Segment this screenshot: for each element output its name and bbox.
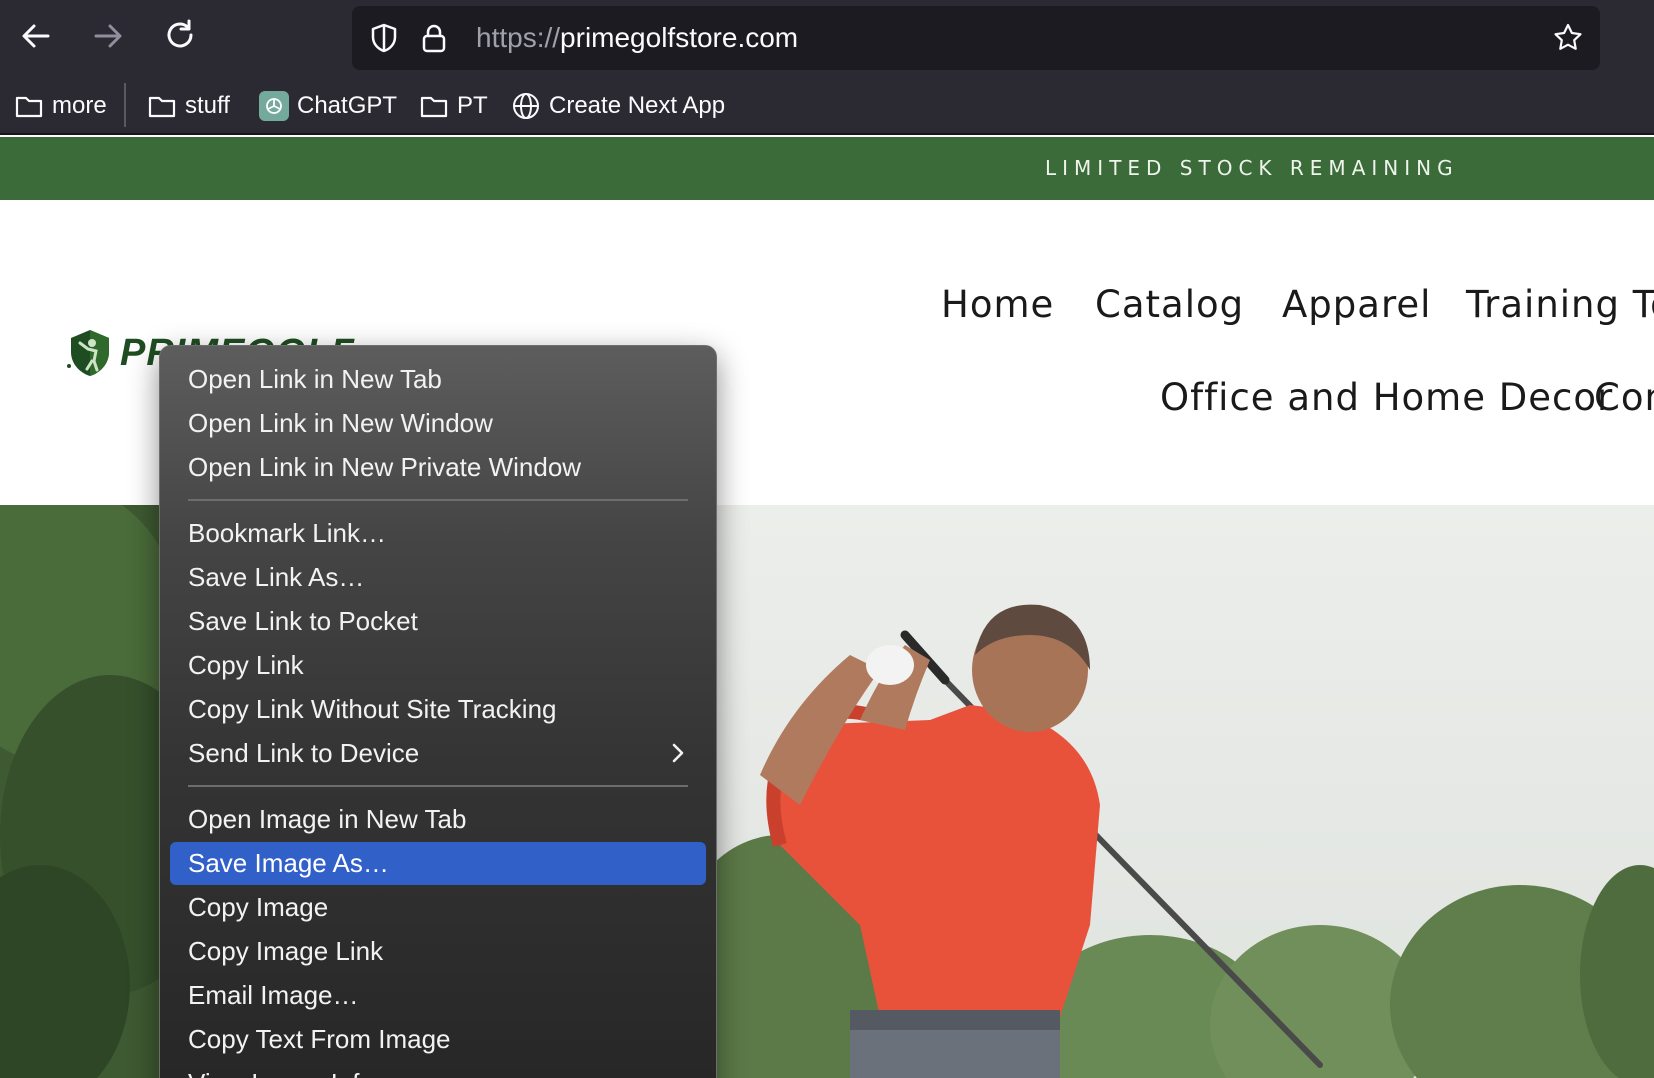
- url-text[interactable]: https://primegolfstore.com: [476, 6, 798, 70]
- bookmarks-bar: more stuff ChatGPT PT Create Next App: [0, 79, 1654, 135]
- menu-separator: [188, 785, 688, 787]
- menu-view-image-info[interactable]: View Image Info: [170, 1062, 706, 1078]
- menu-open-link-new-window[interactable]: Open Link in New Window: [170, 402, 706, 445]
- nav-training-tools[interactable]: Training Too: [1466, 283, 1654, 326]
- golfer-shield-icon: [67, 330, 109, 376]
- forward-arrow-icon: [94, 24, 122, 48]
- url-scheme: https://: [476, 22, 561, 53]
- back-arrow-icon: [22, 24, 50, 48]
- menu-separator: [188, 499, 688, 501]
- bookmark-label: stuff: [185, 92, 230, 119]
- menu-save-image-as[interactable]: Save Image As…: [170, 842, 706, 885]
- menu-copy-link[interactable]: Copy Link: [170, 644, 706, 687]
- menu-open-link-new-tab[interactable]: Open Link in New Tab: [170, 358, 706, 401]
- nav-office-home-decor[interactable]: Office and Home Decor: [1160, 376, 1613, 419]
- bookmark-label: more: [52, 92, 107, 119]
- nav-home[interactable]: Home: [941, 283, 1054, 326]
- bookmark-folder-more[interactable]: more: [14, 89, 107, 123]
- menu-copy-image-link[interactable]: Copy Image Link: [170, 930, 706, 973]
- url-host: primegolfstore.com: [560, 22, 799, 53]
- bookmark-create-next-app[interactable]: Create Next App: [511, 89, 725, 123]
- menu-save-link-to-pocket[interactable]: Save Link to Pocket: [170, 600, 706, 643]
- forward-button[interactable]: [88, 16, 128, 56]
- menu-copy-image[interactable]: Copy Image: [170, 886, 706, 929]
- bookmark-star-icon[interactable]: [1552, 22, 1584, 54]
- lock-icon[interactable]: [418, 22, 450, 54]
- bookmark-folder-pt[interactable]: PT: [419, 89, 488, 123]
- shield-icon[interactable]: [368, 22, 400, 54]
- menu-copy-text-from-image[interactable]: Copy Text From Image: [170, 1018, 706, 1061]
- bookmark-label: PT: [457, 92, 488, 119]
- chevron-right-icon: [672, 743, 684, 763]
- context-menu: Open Link in New Tab Open Link in New Wi…: [159, 345, 717, 1078]
- reload-button[interactable]: [160, 16, 200, 56]
- back-button[interactable]: [16, 16, 56, 56]
- bookmark-folder-stuff[interactable]: stuff: [147, 89, 230, 123]
- menu-email-image[interactable]: Email Image…: [170, 974, 706, 1017]
- bookmark-label: Create Next App: [549, 92, 726, 119]
- bookmarks-separator: [124, 83, 126, 127]
- menu-bookmark-link[interactable]: Bookmark Link…: [170, 512, 706, 555]
- bookmark-chatgpt[interactable]: ChatGPT: [259, 89, 397, 123]
- folder-icon: [15, 96, 43, 118]
- address-bar[interactable]: https://primegolfstore.com: [352, 6, 1600, 70]
- nav-contact[interactable]: Con: [1594, 376, 1654, 419]
- reload-icon: [167, 19, 193, 48]
- announcement-text: LIMITED STOCK REMAINING: [1045, 156, 1459, 180]
- menu-open-link-private-window[interactable]: Open Link in New Private Window: [170, 446, 706, 489]
- folder-icon: [148, 96, 176, 118]
- nav-apparel[interactable]: Apparel: [1282, 283, 1431, 326]
- bookmark-label: ChatGPT: [297, 92, 398, 119]
- folder-icon: [420, 96, 448, 118]
- menu-save-link-as[interactable]: Save Link As…: [170, 556, 706, 599]
- globe-icon: [513, 93, 539, 119]
- chatgpt-icon: [259, 91, 289, 121]
- menu-send-link-to-device[interactable]: Send Link to Device: [170, 732, 706, 775]
- menu-open-image-new-tab[interactable]: Open Image in New Tab: [170, 798, 706, 841]
- menu-copy-link-without-tracking[interactable]: Copy Link Without Site Tracking: [170, 688, 706, 731]
- browser-toolbar: https://primegolfstore.com: [0, 0, 1654, 79]
- announcement-bar: LIMITED STOCK REMAINING: [0, 137, 1654, 200]
- menu-item-label: Send Link to Device: [188, 738, 420, 768]
- nav-catalog[interactable]: Catalog: [1095, 283, 1244, 326]
